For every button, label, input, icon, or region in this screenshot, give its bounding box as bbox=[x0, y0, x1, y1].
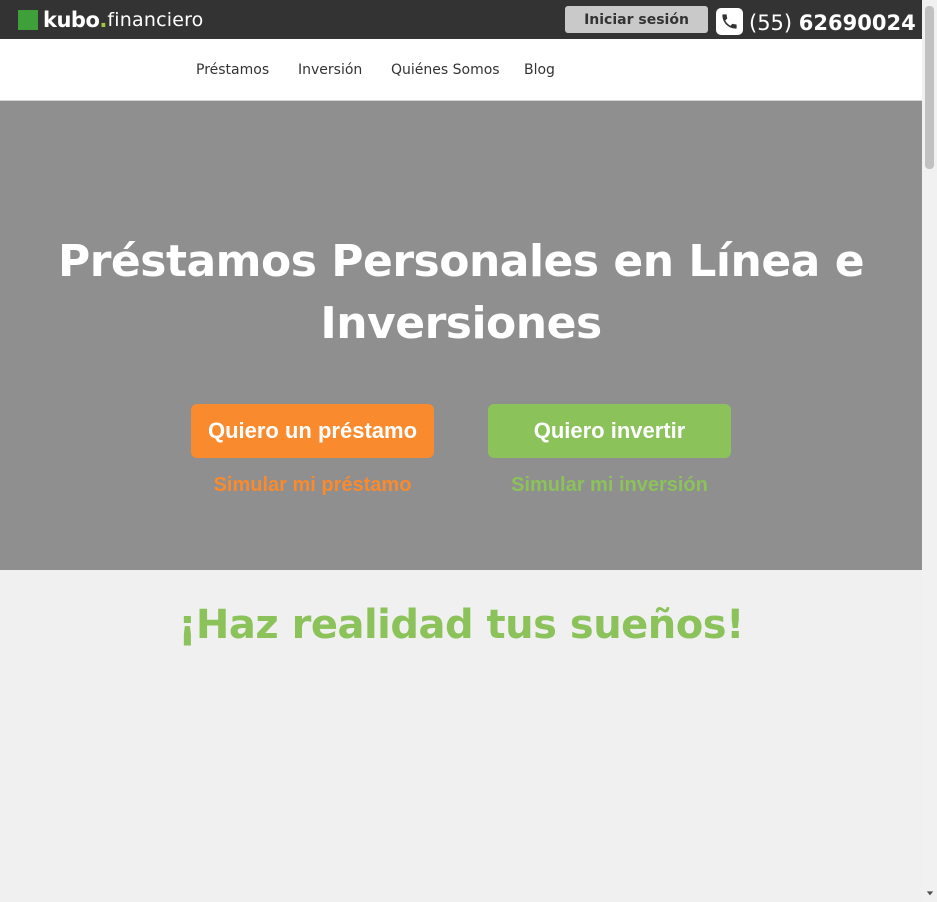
nav-item-blog[interactable]: Blog bbox=[524, 62, 555, 78]
hero-title-line-1: Préstamos Personales en Línea e bbox=[57, 236, 865, 287]
nav-item-quienes-somos[interactable]: Quiénes Somos bbox=[391, 62, 500, 78]
phone-number[interactable]: (55) 62690024 bbox=[749, 9, 916, 37]
simulate-investment-link[interactable]: Simular mi inversión bbox=[488, 474, 731, 497]
hero-section: Préstamos Personales en Línea e Inversio… bbox=[0, 101, 922, 570]
nav-item-prestamos[interactable]: Préstamos bbox=[196, 62, 269, 78]
main-nav: Préstamos Inversión Quiénes Somos Blog bbox=[0, 39, 922, 101]
logo-brand: kubo bbox=[43, 8, 100, 32]
nav-item-inversion[interactable]: Inversión bbox=[298, 62, 362, 78]
request-loan-button[interactable]: Quiero un préstamo bbox=[191, 404, 434, 458]
scroll-down-arrow-icon[interactable] bbox=[924, 887, 935, 898]
logo-square-icon bbox=[18, 10, 38, 30]
phone-digits: 62690024 bbox=[798, 11, 916, 35]
invest-button[interactable]: Quiero invertir bbox=[488, 404, 731, 458]
login-button[interactable]: Iniciar sesión bbox=[565, 6, 708, 33]
scrollbar-thumb[interactable] bbox=[925, 6, 934, 169]
hero-title-line-2: Inversiones bbox=[320, 298, 602, 349]
logo-suffix: financiero bbox=[107, 9, 204, 31]
phone-icon bbox=[716, 8, 743, 35]
section-tagline: ¡Haz realidad tus sueños! bbox=[178, 602, 744, 648]
page-scrollbar[interactable] bbox=[922, 0, 937, 902]
hero-title: Préstamos Personales en Línea e Inversio… bbox=[0, 231, 922, 355]
logo-dot: . bbox=[99, 8, 108, 32]
phone-area-code: (55) bbox=[749, 11, 793, 35]
simulate-loan-link[interactable]: Simular mi préstamo bbox=[191, 474, 434, 497]
top-bar: kubo. financiero Iniciar sesión (55) 6269… bbox=[0, 0, 922, 39]
logo[interactable]: kubo. financiero bbox=[18, 8, 204, 32]
